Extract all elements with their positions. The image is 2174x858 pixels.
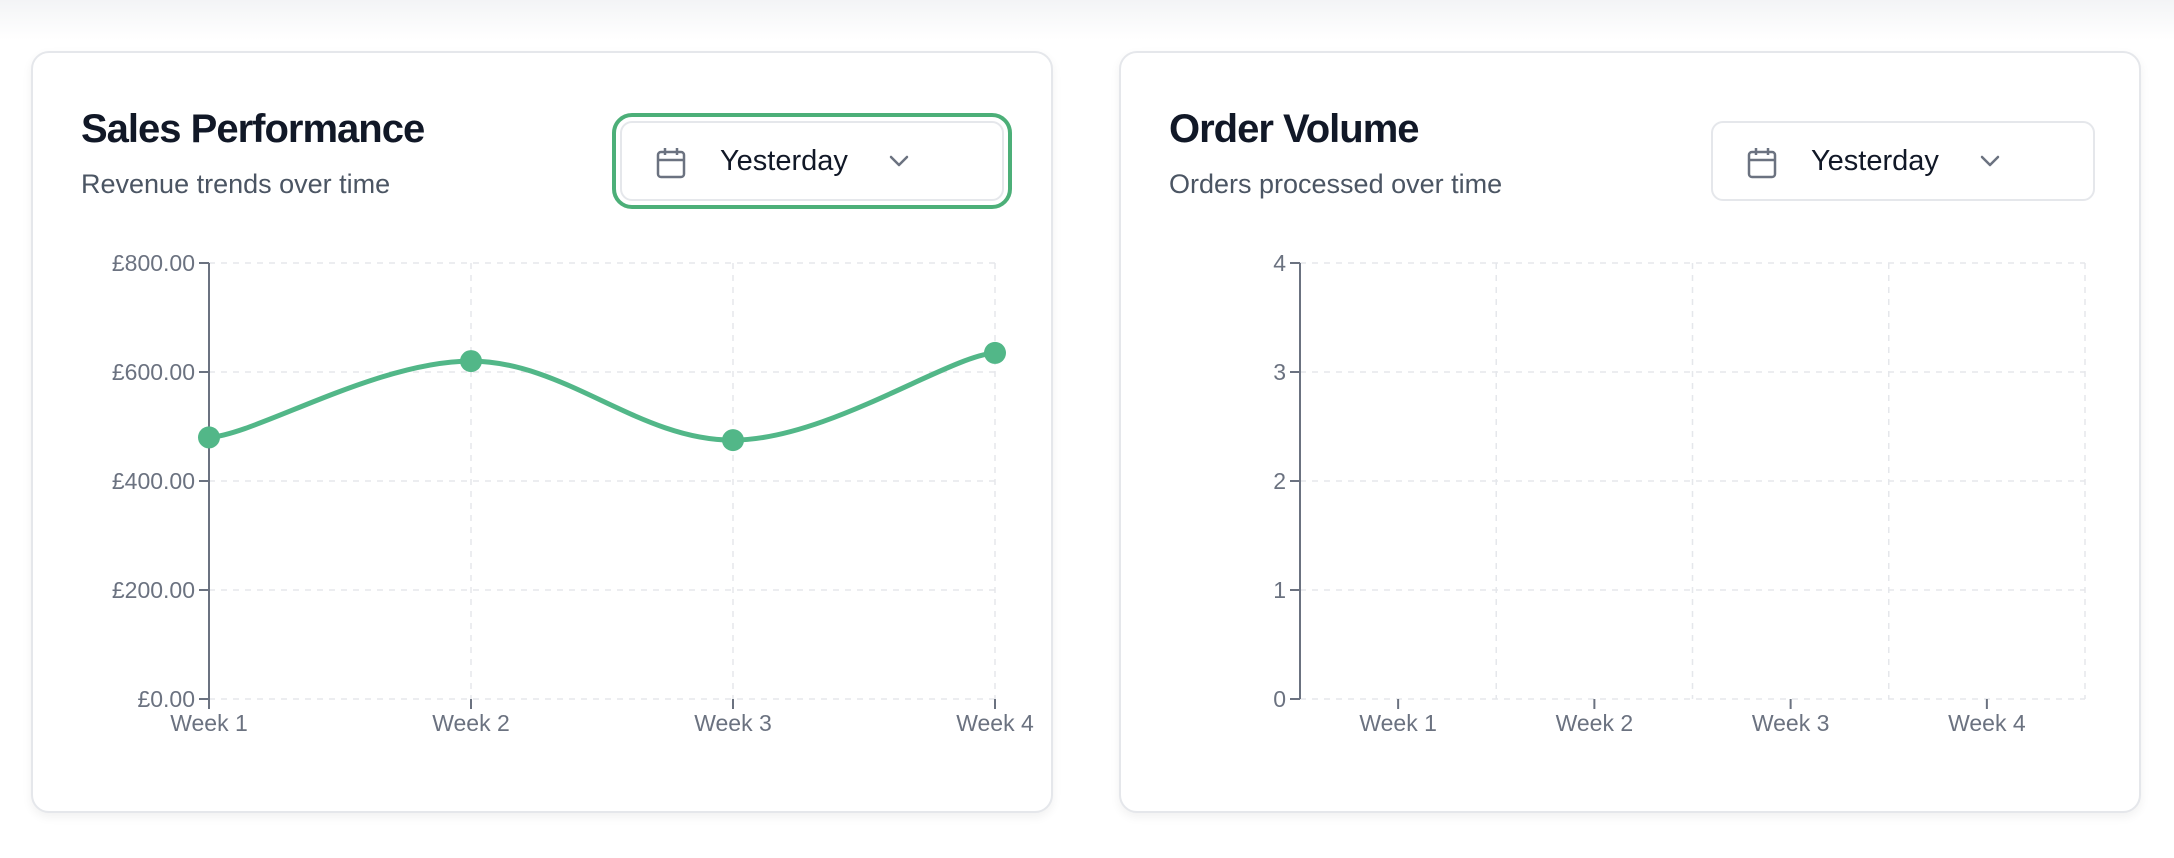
data-point xyxy=(722,429,744,452)
x-tick-label: Week 1 xyxy=(1359,710,1437,736)
y-tick-label: £600.00 xyxy=(112,359,195,385)
x-tick-label: Week 4 xyxy=(1948,710,2026,736)
y-tick-label: £0.00 xyxy=(137,686,195,712)
y-tick-label: 0 xyxy=(1273,686,1286,712)
y-tick-label: 4 xyxy=(1273,250,1286,276)
data-point xyxy=(984,341,1006,364)
data-point xyxy=(198,426,220,449)
x-tick-label: Week 3 xyxy=(694,710,772,736)
data-point xyxy=(460,350,482,373)
series-line xyxy=(206,350,998,443)
y-tick-label: 2 xyxy=(1273,468,1286,494)
top-panel-shadow xyxy=(0,0,2174,40)
x-tick-label: Week 2 xyxy=(1556,710,1634,736)
y-tick-label: 3 xyxy=(1273,359,1286,385)
order-volume-chart: 0 1 2 3 4 Week 1 Week 2 Week 3 Week 4 xyxy=(1273,250,2086,736)
y-tick-label: 1 xyxy=(1273,577,1286,603)
x-tick-label: Week 3 xyxy=(1752,710,1830,736)
y-tick-label: £200.00 xyxy=(112,577,195,603)
sales-performance-card: Sales Performance Revenue trends over ti… xyxy=(31,51,1053,813)
y-tick-label: £400.00 xyxy=(112,468,195,494)
order-volume-card: Order Volume Orders processed over time … xyxy=(1119,51,2141,813)
x-tick-label: Week 1 xyxy=(170,710,248,736)
x-tick-label: Week 4 xyxy=(956,710,1034,736)
x-tick-label: Week 2 xyxy=(432,710,510,736)
sales-performance-chart: £0.00 £200.00 £400.00 £600.00 £800.00 Week 1 W… xyxy=(112,250,1034,736)
y-tick-label: £800.00 xyxy=(112,250,195,276)
